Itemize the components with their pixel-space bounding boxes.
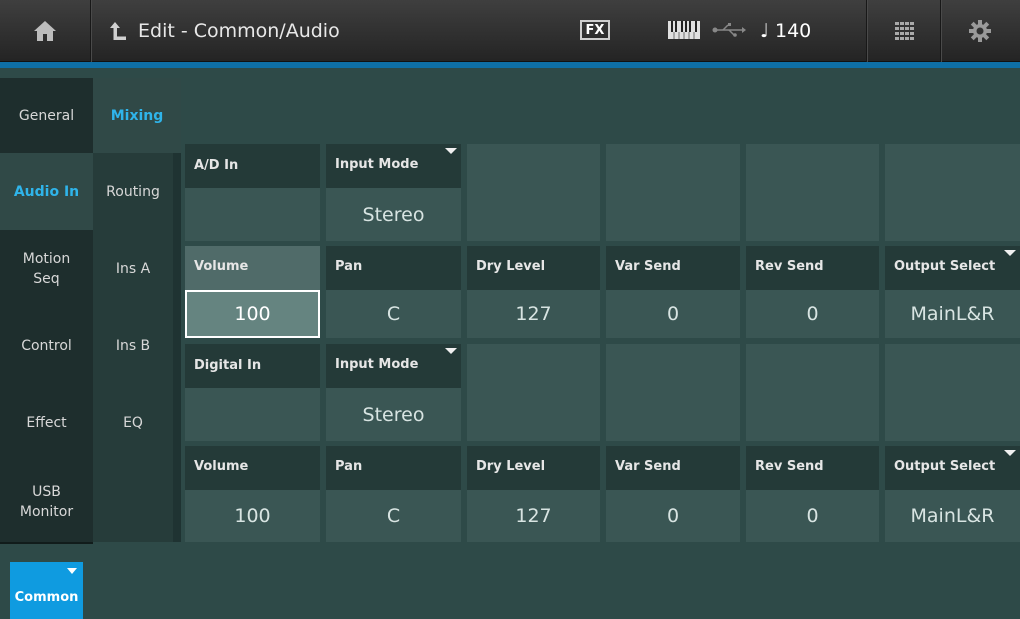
page-title: Edit - Common/Audio <box>138 20 340 42</box>
ad-in-pan[interactable]: Pan C <box>326 246 461 338</box>
dropdown-arrow-icon <box>1004 250 1016 256</box>
empty-cell <box>746 144 879 241</box>
fx-icon[interactable]: FX <box>580 20 610 40</box>
dropdown-arrow-icon <box>445 148 457 154</box>
ad-in-dry-level[interactable]: Dry Level 127 <box>467 246 600 338</box>
subtab-routing[interactable]: Routing <box>93 153 173 232</box>
tab-effect[interactable]: Effect <box>0 384 93 464</box>
tab-audio-in[interactable]: Audio In <box>0 153 93 232</box>
tab-general[interactable]: General <box>0 78 93 155</box>
keyboard-icon <box>668 21 700 43</box>
ad-in-input-mode[interactable]: Input Mode Stereo <box>326 144 461 241</box>
empty-cell <box>885 344 1020 441</box>
subtab-divider <box>173 153 181 542</box>
dropdown-arrow-icon <box>67 568 77 574</box>
empty-cell <box>885 144 1020 241</box>
back-button[interactable] <box>98 0 138 62</box>
empty-cell <box>467 144 600 241</box>
gear-icon[interactable] <box>968 19 992 47</box>
digital-in-output-select[interactable]: Output Select MainL&R <box>885 446 1020 542</box>
empty-cell <box>467 344 600 441</box>
ad-in-output-select[interactable]: Output Select MainL&R <box>885 246 1020 338</box>
subtab-ins-b[interactable]: Ins B <box>93 307 173 386</box>
digital-in-pan[interactable]: Pan C <box>326 446 461 542</box>
subtab-eq[interactable]: EQ <box>93 384 173 464</box>
ad-in-volume[interactable]: Volume 100 <box>185 246 320 338</box>
empty-cell <box>606 144 740 241</box>
subtab-ins-a[interactable]: Ins A <box>93 230 173 309</box>
tempo-display[interactable]: ♩ 140 <box>760 0 860 62</box>
back-arrow-icon <box>110 22 126 40</box>
digital-in-volume[interactable]: Volume 100 <box>185 446 320 542</box>
digital-in-label-body <box>185 388 320 441</box>
header-accent-bar <box>0 62 1020 68</box>
digital-in-dry-level[interactable]: Dry Level 127 <box>467 446 600 542</box>
digital-in-var-send[interactable]: Var Send 0 <box>606 446 740 542</box>
home-button[interactable] <box>0 0 90 62</box>
ad-in-label-body <box>185 188 320 241</box>
ad-in-label: A/D In <box>185 144 320 188</box>
ad-in-rev-send[interactable]: Rev Send 0 <box>746 246 879 338</box>
tab-control[interactable]: Control <box>0 307 93 386</box>
digital-in-rev-send[interactable]: Rev Send 0 <box>746 446 879 542</box>
empty-cell <box>606 344 740 441</box>
tab-motion-seq[interactable]: Motion Seq <box>0 230 93 309</box>
home-icon <box>34 21 56 41</box>
digital-in-label: Digital In <box>185 344 320 388</box>
top-bar: Edit - Common/Audio FX ♩ 140 <box>0 0 1020 62</box>
common-button[interactable]: Common <box>10 562 83 619</box>
tab-usb-monitor[interactable]: USB Monitor <box>0 462 93 544</box>
digital-in-input-mode[interactable]: Input Mode Stereo <box>326 344 461 441</box>
dropdown-arrow-icon <box>445 348 457 354</box>
usb-icon <box>712 22 746 42</box>
subtab-empty <box>93 462 173 542</box>
grid-icon[interactable] <box>895 22 915 44</box>
ad-in-var-send[interactable]: Var Send 0 <box>606 246 740 338</box>
empty-cell <box>746 344 879 441</box>
dropdown-arrow-icon <box>1004 450 1016 456</box>
subtab-mixing[interactable]: Mixing <box>93 78 181 155</box>
